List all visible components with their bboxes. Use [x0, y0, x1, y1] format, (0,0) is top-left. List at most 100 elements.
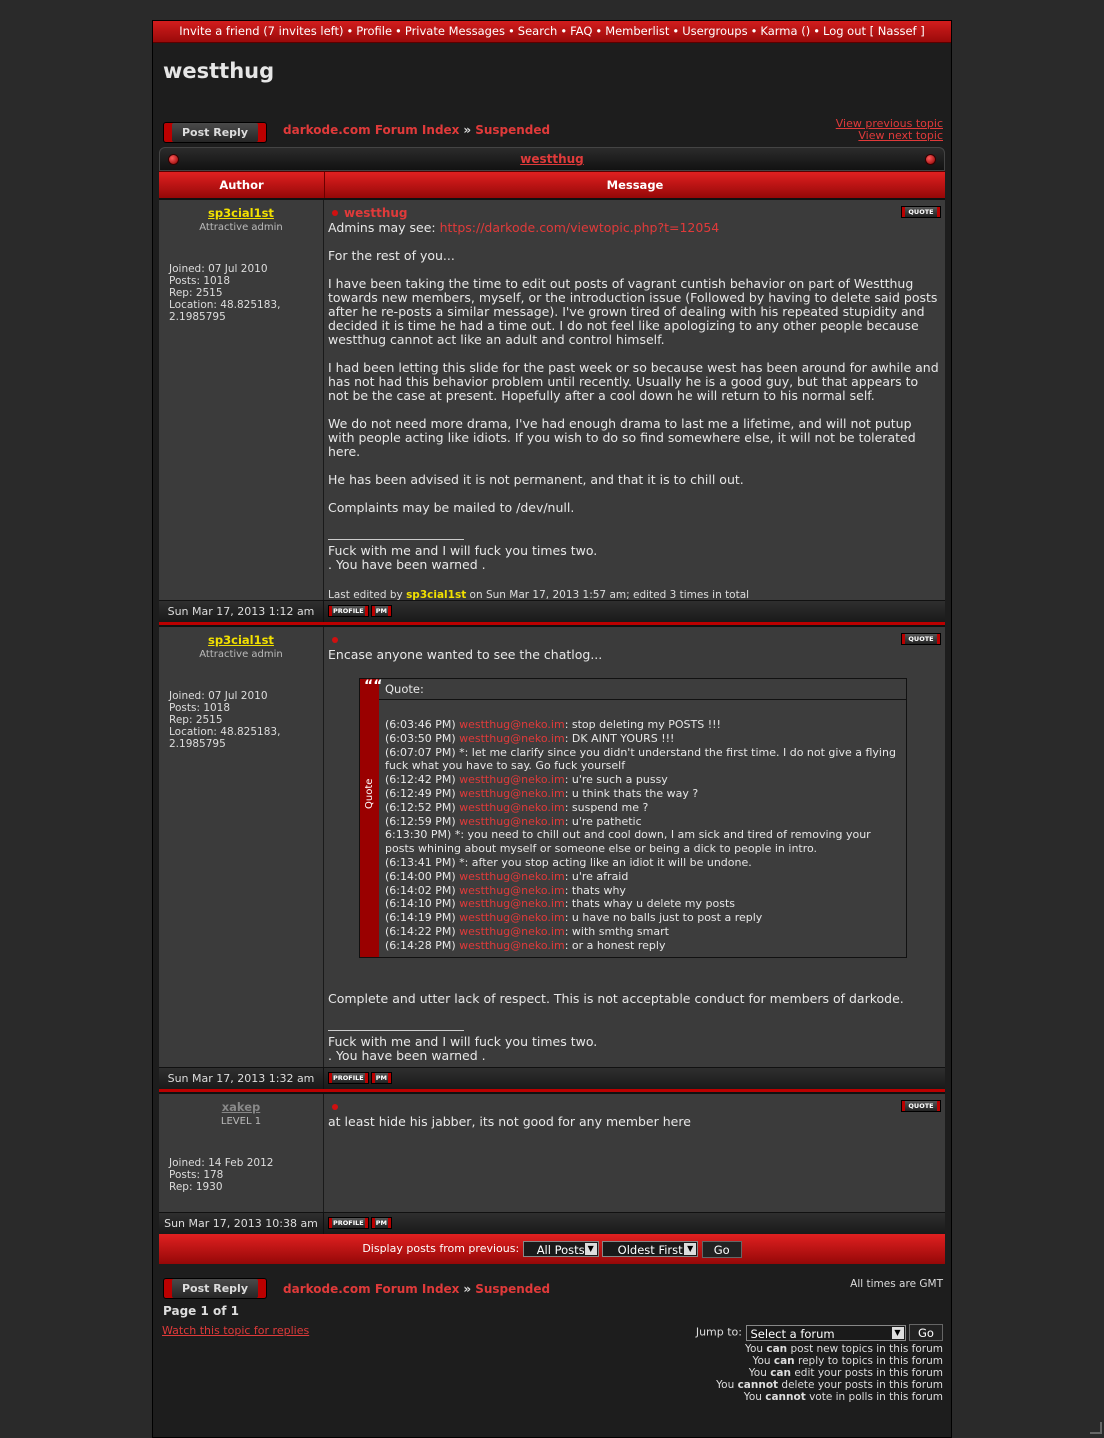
post-header: westthug QUOTE: [328, 206, 941, 221]
post-footer: Sun Mar 17, 2013 10:38 am PROFILE PM: [159, 1212, 945, 1234]
chat-line: (6:12:52 PM) westthug@neko.im: suspend m…: [385, 800, 649, 814]
permission-line: You cannot delete your posts in this for…: [716, 1379, 943, 1391]
post-2: sp3cial1st Attractive admin Joined: 07 J…: [159, 625, 945, 1067]
topnav-item-faq[interactable]: FAQ: [570, 24, 592, 38]
dot-icon: [925, 154, 936, 165]
quote-block: ““ Quote Quote: (6:03:46 PM) westthug@ne…: [359, 678, 907, 958]
chat-sender-link[interactable]: westthug@neko.im: [459, 718, 565, 731]
chat-sender-link[interactable]: westthug@neko.im: [459, 732, 565, 745]
pm-button[interactable]: PM: [370, 1217, 392, 1229]
quote-header: Quote:: [379, 679, 906, 700]
quote-button[interactable]: QUOTE: [901, 1100, 941, 1112]
days-select[interactable]: All Posts ▼: [522, 1241, 599, 1257]
timezone-note: All times are GMT: [850, 1278, 943, 1290]
post-reply-button-bottom[interactable]: Post Reply: [163, 1278, 267, 1299]
topnav-item-memberlist[interactable]: Memberlist: [605, 24, 669, 38]
breadcrumb-bottom: darkode.com Forum Index» Suspended: [283, 1282, 551, 1296]
permission-line: You can edit your posts in this forum: [748, 1367, 943, 1379]
profile-button[interactable]: PROFILE: [328, 1072, 369, 1084]
post-date: Sun Mar 17, 2013 10:38 am: [159, 1213, 324, 1234]
nav-separator: •: [560, 24, 568, 38]
chat-sender-link[interactable]: westthug@neko.im: [459, 884, 565, 897]
breadcrumb: darkode.com Forum Index» Suspended: [283, 123, 551, 137]
chevron-down-icon: ▼: [891, 1326, 904, 1339]
quote-button[interactable]: QUOTE: [901, 633, 941, 645]
post-author: sp3cial1st Attractive admin Joined: 07 J…: [159, 627, 324, 1067]
watch-topic-link[interactable]: Watch this topic for replies: [162, 1324, 309, 1337]
admin-topic-link[interactable]: https://darkode.com/viewtopic.php?t=1205…: [440, 220, 720, 235]
display-options-bar: Display posts from previous: All Posts ▼ …: [159, 1234, 945, 1264]
nav-separator: •: [395, 24, 402, 38]
chat-sender-link[interactable]: westthug@neko.im: [459, 815, 565, 828]
author-rank: LEVEL 1: [220, 1116, 262, 1127]
topnav-item-search[interactable]: Search: [518, 24, 558, 38]
pm-button[interactable]: PM: [370, 1072, 392, 1084]
post-date: Sun Mar 17, 2013 1:12 am: [159, 601, 324, 622]
chat-line: (6:12:42 PM) westthug@neko.im: u're such…: [385, 773, 668, 787]
breadcrumb-forum-index[interactable]: darkode.com Forum Index: [283, 1282, 459, 1296]
forum-select[interactable]: Select a forum ▼: [745, 1324, 906, 1341]
display-go-button[interactable]: Go: [701, 1240, 742, 1258]
chat-line: (6:12:49 PM) westthug@neko.im: u think t…: [385, 786, 699, 800]
post-1: sp3cial1st Attractive admin Joined: 07 J…: [159, 198, 945, 601]
quote-sidebar: ““ Quote: [360, 679, 382, 957]
chat-sender-link[interactable]: westthug@neko.im: [459, 897, 565, 910]
post-header: QUOTE: [328, 1100, 941, 1115]
chat-line: (6:14:22 PM) westthug@neko.im: with smth…: [385, 924, 669, 938]
order-select[interactable]: Oldest First ▼: [602, 1241, 699, 1257]
chat-sender-link[interactable]: westthug@neko.im: [459, 870, 565, 883]
post-body: westthug QUOTE Admins may see: https://d…: [324, 200, 945, 601]
topnav-item-log-out-nassef[interactable]: Log out [ Nassef ]: [823, 24, 925, 38]
jump-to-form: Jump to: Select a forum ▼ Go: [696, 1324, 943, 1341]
dot-icon: [168, 154, 179, 165]
topnav-item-usergroups[interactable]: Usergroups: [682, 24, 747, 38]
top-navigation: Invite a friend (7 invites left) • Profile…: [153, 21, 951, 43]
breadcrumb-forum-index[interactable]: darkode.com Forum Index: [283, 123, 459, 137]
author-name-link[interactable]: sp3cial1st: [159, 206, 323, 220]
topnav-item-invite-a-friend-7-invites-left[interactable]: Invite a friend (7 invites left): [179, 24, 343, 38]
topnav-item-profile[interactable]: Profile: [356, 24, 392, 38]
chat-log: (6:03:46 PM) westthug@neko.im: stop dele…: [379, 700, 906, 957]
breadcrumb-suspended[interactable]: Suspended: [475, 123, 550, 137]
nav-separator: •: [813, 24, 820, 38]
author-name-link[interactable]: sp3cial1st: [159, 633, 323, 647]
nav-separator: •: [346, 24, 354, 38]
post-text: at least hide his jabber, its not good f…: [328, 1114, 691, 1129]
post-reply-button[interactable]: Post Reply: [163, 122, 267, 143]
post-3: xakep LEVEL 1 Joined: 14 Feb 2012 Posts:…: [159, 1092, 945, 1212]
profile-button[interactable]: PROFILE: [328, 1217, 369, 1229]
topnav-item-karma[interactable]: Karma (): [760, 24, 810, 38]
post-body: QUOTE Encase anyone wanted to see the ch…: [324, 627, 945, 1067]
chat-sender-link[interactable]: westthug@neko.im: [459, 801, 565, 814]
next-topic-link[interactable]: View next topic: [836, 130, 943, 142]
jump-go-button[interactable]: Go: [909, 1324, 943, 1341]
post-outro: Complete and utter lack of respect. This…: [328, 990, 904, 1006]
chat-sender-link[interactable]: westthug@neko.im: [459, 773, 565, 786]
pm-button[interactable]: PM: [370, 605, 392, 617]
chat-line: (6:14:02 PM) westthug@neko.im: thats why: [385, 883, 626, 897]
post-bullet-icon: [332, 637, 338, 643]
chat-line: (6:14:00 PM) westthug@neko.im: u're afra…: [385, 869, 629, 883]
author-rank: Attractive admin: [199, 222, 283, 233]
column-message: Message: [606, 178, 664, 192]
chat-sender-link[interactable]: westthug@neko.im: [459, 911, 565, 924]
chat-line: (6:13:41 PM) *: after you stop acting li…: [385, 855, 752, 869]
topic-title-link[interactable]: westthug: [520, 152, 584, 166]
chat-sender-link[interactable]: westthug@neko.im: [459, 787, 565, 800]
chat-sender-link[interactable]: westthug@neko.im: [459, 939, 565, 952]
quote-button[interactable]: QUOTE: [901, 206, 941, 218]
resize-handle-icon: [1090, 1422, 1102, 1434]
topnav-item-private-messages[interactable]: Private Messages: [405, 24, 505, 38]
profile-button[interactable]: PROFILE: [328, 605, 369, 617]
post-footer: Sun Mar 17, 2013 1:32 am PROFILE PM: [159, 1067, 945, 1089]
last-edited-note: Last edited by sp3cial1st on Sun Mar 17,…: [328, 589, 750, 601]
page-wrapper: Invite a friend (7 invites left) • Profile…: [152, 20, 952, 1438]
topic-title-bar: westthug: [159, 147, 945, 171]
chevron-down-icon: ▼: [584, 1243, 597, 1255]
author-details: Joined: 14 Feb 2012 Posts: 178 Rep: 1930: [169, 1157, 274, 1193]
post-subject: westthug: [344, 206, 408, 220]
chat-sender-link[interactable]: westthug@neko.im: [459, 925, 565, 938]
breadcrumb-suspended[interactable]: Suspended: [475, 1282, 550, 1296]
chat-line: (6:14:28 PM) westthug@neko.im: or a hone…: [385, 938, 666, 952]
author-name-link[interactable]: xakep: [159, 1100, 323, 1114]
